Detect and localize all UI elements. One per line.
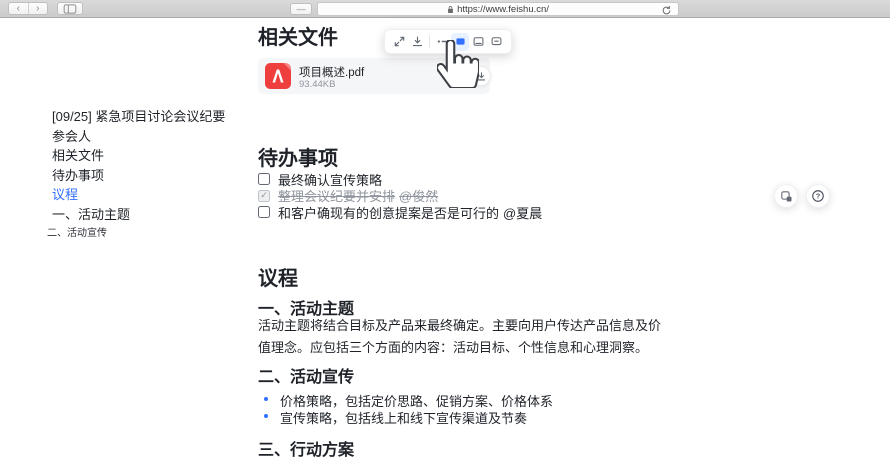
outline-item-related-files[interactable]: 相关文件 [52, 146, 252, 166]
todo-text: 和客户确现有的创意提案是否是可行的 [278, 203, 499, 222]
url-text: https://www.feishu.cn/ [457, 4, 549, 15]
reload-button[interactable] [661, 5, 672, 16]
related-files-heading: 相关文件 [258, 21, 338, 50]
agenda-sub2-heading: 二、活动宣传 [258, 363, 354, 387]
bullet-item: 宣传策略，包括线上和线下宣传渠道及节奏 [258, 408, 553, 425]
address-bar[interactable]: https://www.feishu.cn/ [317, 2, 679, 16]
download-small-icon [476, 71, 487, 82]
outline-item-theme[interactable]: 一、活动主题 [52, 205, 252, 225]
preview-view-icon[interactable] [469, 33, 487, 51]
browser-chrome: ‹ › — https://www.feishu.cn/ [0, 0, 890, 18]
preview-eye-button[interactable] [448, 66, 468, 86]
minimize-tab-button[interactable]: — [290, 3, 312, 15]
bullet-text: 宣传策略，包括线上和线下宣传渠道及节奏 [280, 408, 527, 427]
attachment-card[interactable]: 项目概述.pdf 93.44KB [258, 58, 490, 94]
card-view-icon[interactable] [451, 33, 469, 51]
nav-buttons: ‹ › [8, 2, 48, 15]
attachment-filename: 项目概述.pdf [299, 64, 364, 80]
todo-mention[interactable]: @夏晨 [503, 203, 542, 222]
document-outline: [09/25] 紧急项目讨论会议纪要 参会人 相关文件 待办事项 议程 一、活动… [52, 107, 252, 243]
sidebar-icon [63, 4, 77, 14]
outline-item-agenda[interactable]: 议程 [52, 185, 252, 205]
agenda-sub1-paragraph: 活动主题将结合目标及产品来最终确定。主要向用户传达产品信息及价值理念。应包括三个… [258, 315, 664, 358]
svg-text:?: ? [816, 192, 821, 201]
eye-icon [452, 70, 464, 82]
todo-item: 最终确认宣传策略 [258, 171, 542, 188]
forward-button[interactable]: › [29, 3, 48, 14]
toolbar-divider [429, 35, 430, 48]
bullet-dot [264, 397, 268, 401]
todo-checkbox-unchecked[interactable] [258, 206, 270, 218]
outline-item-participants[interactable]: 参会人 [52, 127, 252, 147]
todo-item: 和客户确现有的创意提案是否是可行的 @夏晨 [258, 204, 542, 221]
todo-item: ✓ 整理会议纪要并安排 @俊然 [258, 188, 542, 205]
todo-checkbox-checked[interactable]: ✓ [258, 190, 270, 202]
agenda-sub3-heading: 三、行动方案 [258, 436, 354, 460]
outline-item-todos[interactable]: 待办事项 [52, 166, 252, 186]
help-button[interactable]: ? [806, 184, 830, 208]
bullet-dot [264, 414, 268, 418]
agenda-bullet-list: 价格策略，包括定价思路、促销方案、价格体系 宣传策略，包括线上和线下宣传渠道及节… [258, 391, 553, 425]
pdf-file-icon [265, 63, 291, 94]
windows-icon [780, 190, 793, 203]
attachment-toolbar-popup [384, 29, 512, 54]
download-icon[interactable] [408, 33, 426, 51]
question-mark-icon: ? [811, 189, 825, 203]
widget-button[interactable] [774, 184, 798, 208]
inline-view-icon[interactable] [433, 33, 451, 51]
outline-item-promotion[interactable]: 二、活动宣传 [47, 224, 252, 243]
bullet-item: 价格策略，包括定价思路、促销方案、价格体系 [258, 391, 553, 408]
attachment-filesize: 93.44KB [299, 79, 335, 90]
outline-item-doc-title[interactable]: [09/25] 紧急项目讨论会议纪要 [52, 107, 252, 127]
comment-icon[interactable] [487, 33, 505, 51]
lock-icon [447, 5, 454, 14]
agenda-heading: 议程 [258, 262, 298, 291]
sidebar-toggle-button[interactable] [57, 2, 83, 15]
todo-list: 最终确认宣传策略 ✓ 整理会议纪要并安排 @俊然 和客户确现有的创意提案是否是可… [258, 171, 542, 221]
expand-icon[interactable] [390, 33, 408, 51]
back-button[interactable]: ‹ [9, 3, 29, 14]
todo-checkbox-unchecked[interactable] [258, 173, 270, 185]
todos-heading: 待办事项 [258, 142, 338, 171]
attachment-download-button[interactable] [471, 66, 491, 86]
